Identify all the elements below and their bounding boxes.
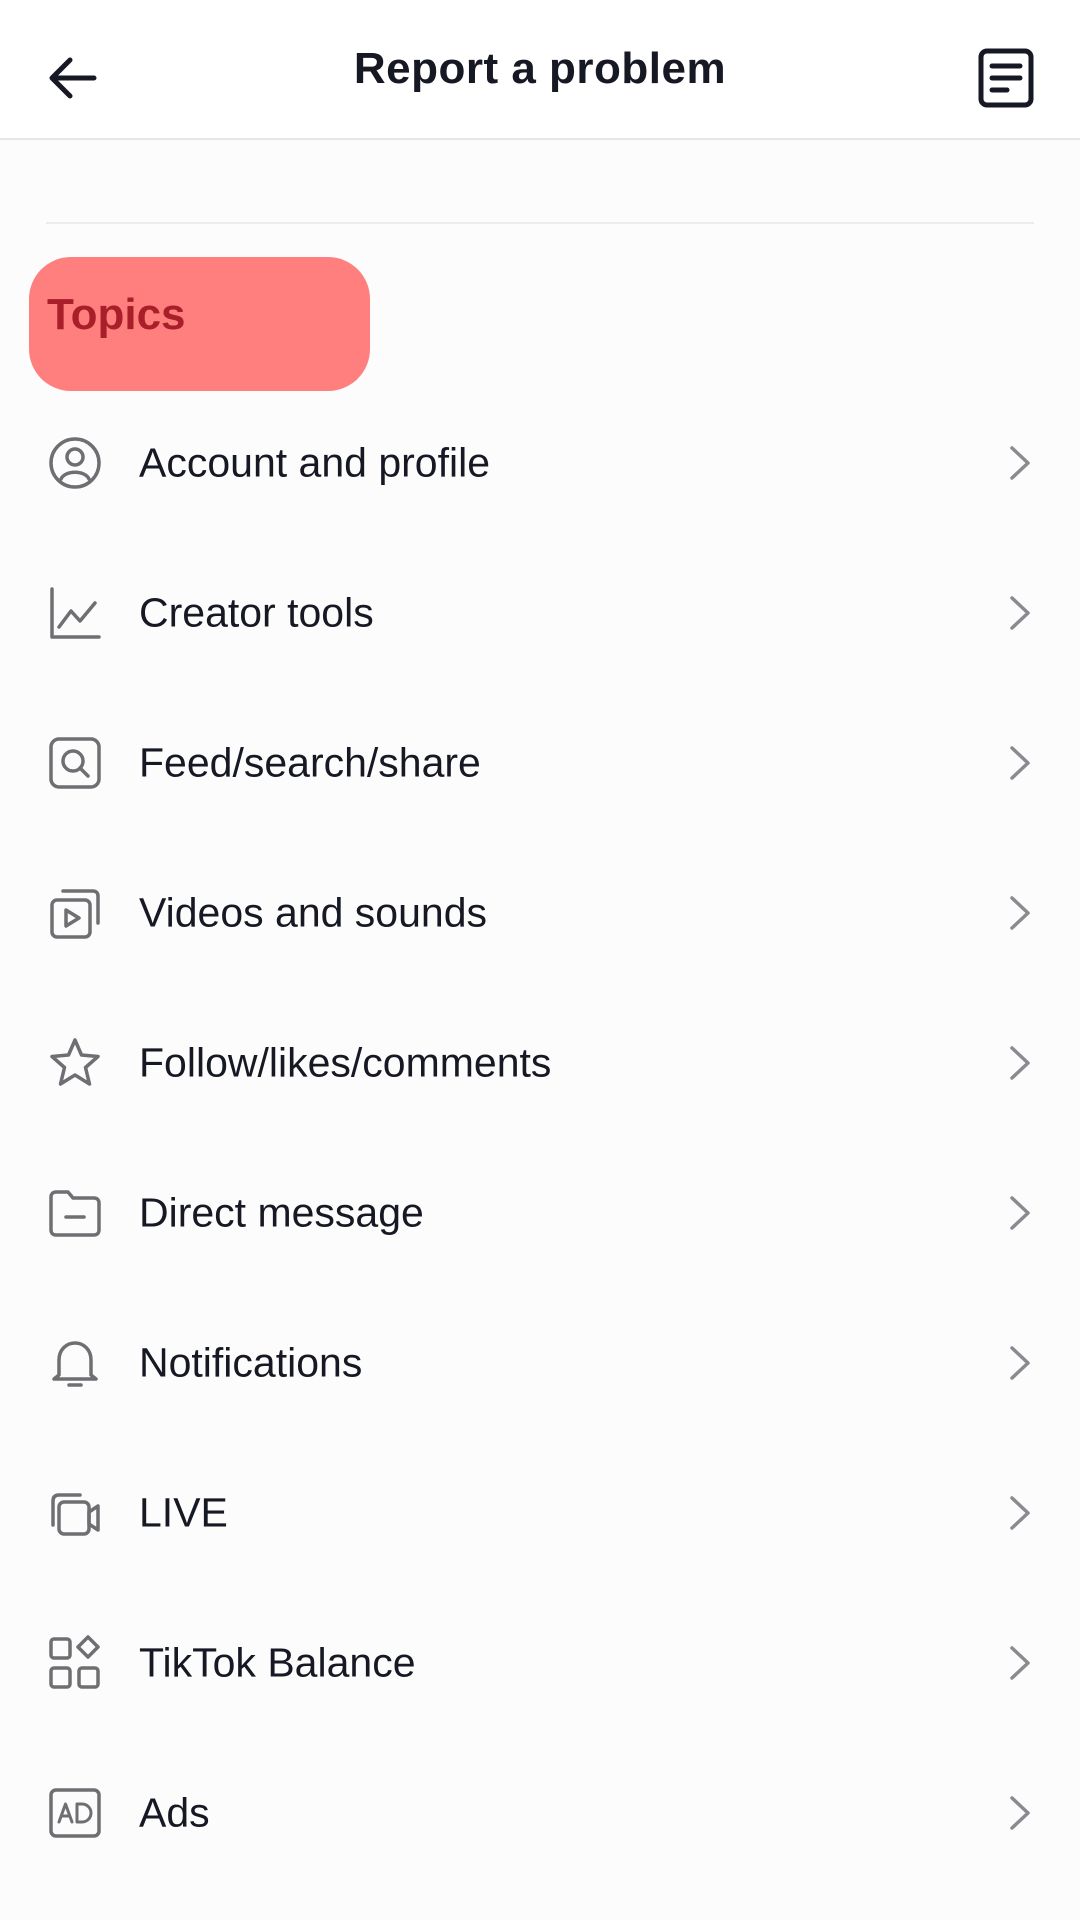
- page-title: Report a problem: [353, 44, 727, 93]
- topic-label: Ads: [139, 1789, 210, 1836]
- video-camera-icon: [46, 1484, 104, 1542]
- topic-label: Direct message: [139, 1189, 424, 1236]
- chevron-right-icon: [1002, 1791, 1038, 1835]
- chevron-right-icon: [1002, 1341, 1038, 1385]
- chevron-right-icon: [1002, 441, 1038, 485]
- topic-row-account-and-profile[interactable]: Account and profile: [0, 388, 1080, 538]
- topic-row-live[interactable]: LIVE: [0, 1438, 1080, 1588]
- chevron-right-icon: [1002, 741, 1038, 785]
- topic-row-ads[interactable]: Ads: [0, 1738, 1080, 1888]
- apps-grid-icon: [46, 1634, 104, 1692]
- topic-label: Creator tools: [139, 589, 374, 636]
- topic-row-feed-search-share[interactable]: Feed/search/share: [0, 688, 1080, 838]
- topic-row-videos-and-sounds[interactable]: Videos and sounds: [0, 838, 1080, 988]
- topic-label: LIVE: [139, 1489, 228, 1536]
- topic-row-creator-tools[interactable]: Creator tools: [0, 538, 1080, 688]
- topic-label: Videos and sounds: [139, 889, 488, 936]
- ad-badge-icon: [46, 1784, 104, 1842]
- search-square-icon: [46, 734, 104, 792]
- report-problem-screen: Report a problem Topics Account and prof…: [0, 0, 1080, 1920]
- chevron-right-icon: [1002, 1641, 1038, 1685]
- topic-label: Account and profile: [139, 439, 491, 486]
- topic-label: TikTok Balance: [139, 1639, 416, 1686]
- line-chart-icon: [46, 584, 104, 642]
- document-list-icon: [977, 47, 1035, 109]
- bell-icon: [46, 1334, 104, 1392]
- chevron-right-icon: [1002, 591, 1038, 635]
- report-history-button[interactable]: [968, 40, 1044, 116]
- chevron-right-icon: [1002, 1041, 1038, 1085]
- user-circle-icon: [46, 434, 104, 492]
- video-play-icon: [46, 884, 104, 942]
- topic-row-follow-likes-comments[interactable]: Follow/likes/comments: [0, 988, 1080, 1138]
- section-divider: [46, 222, 1034, 224]
- chevron-right-icon: [1002, 891, 1038, 935]
- section-title: Topics: [47, 290, 186, 339]
- topic-label: Feed/search/share: [139, 739, 481, 786]
- chevron-right-icon: [1002, 1191, 1038, 1235]
- topic-row-notifications[interactable]: Notifications: [0, 1288, 1080, 1438]
- chevron-right-icon: [1002, 1491, 1038, 1535]
- topic-row-direct-message[interactable]: Direct message: [0, 1138, 1080, 1288]
- topic-label: Notifications: [139, 1339, 363, 1386]
- folder-minus-icon: [46, 1184, 104, 1242]
- topic-row-tiktok-balance[interactable]: TikTok Balance: [0, 1588, 1080, 1738]
- star-icon: [46, 1034, 104, 1092]
- topic-list: Account and profile Creator tools Feed/s…: [0, 388, 1080, 1888]
- top-app-bar: Report a problem: [0, 0, 1080, 140]
- topic-label: Follow/likes/comments: [139, 1039, 552, 1086]
